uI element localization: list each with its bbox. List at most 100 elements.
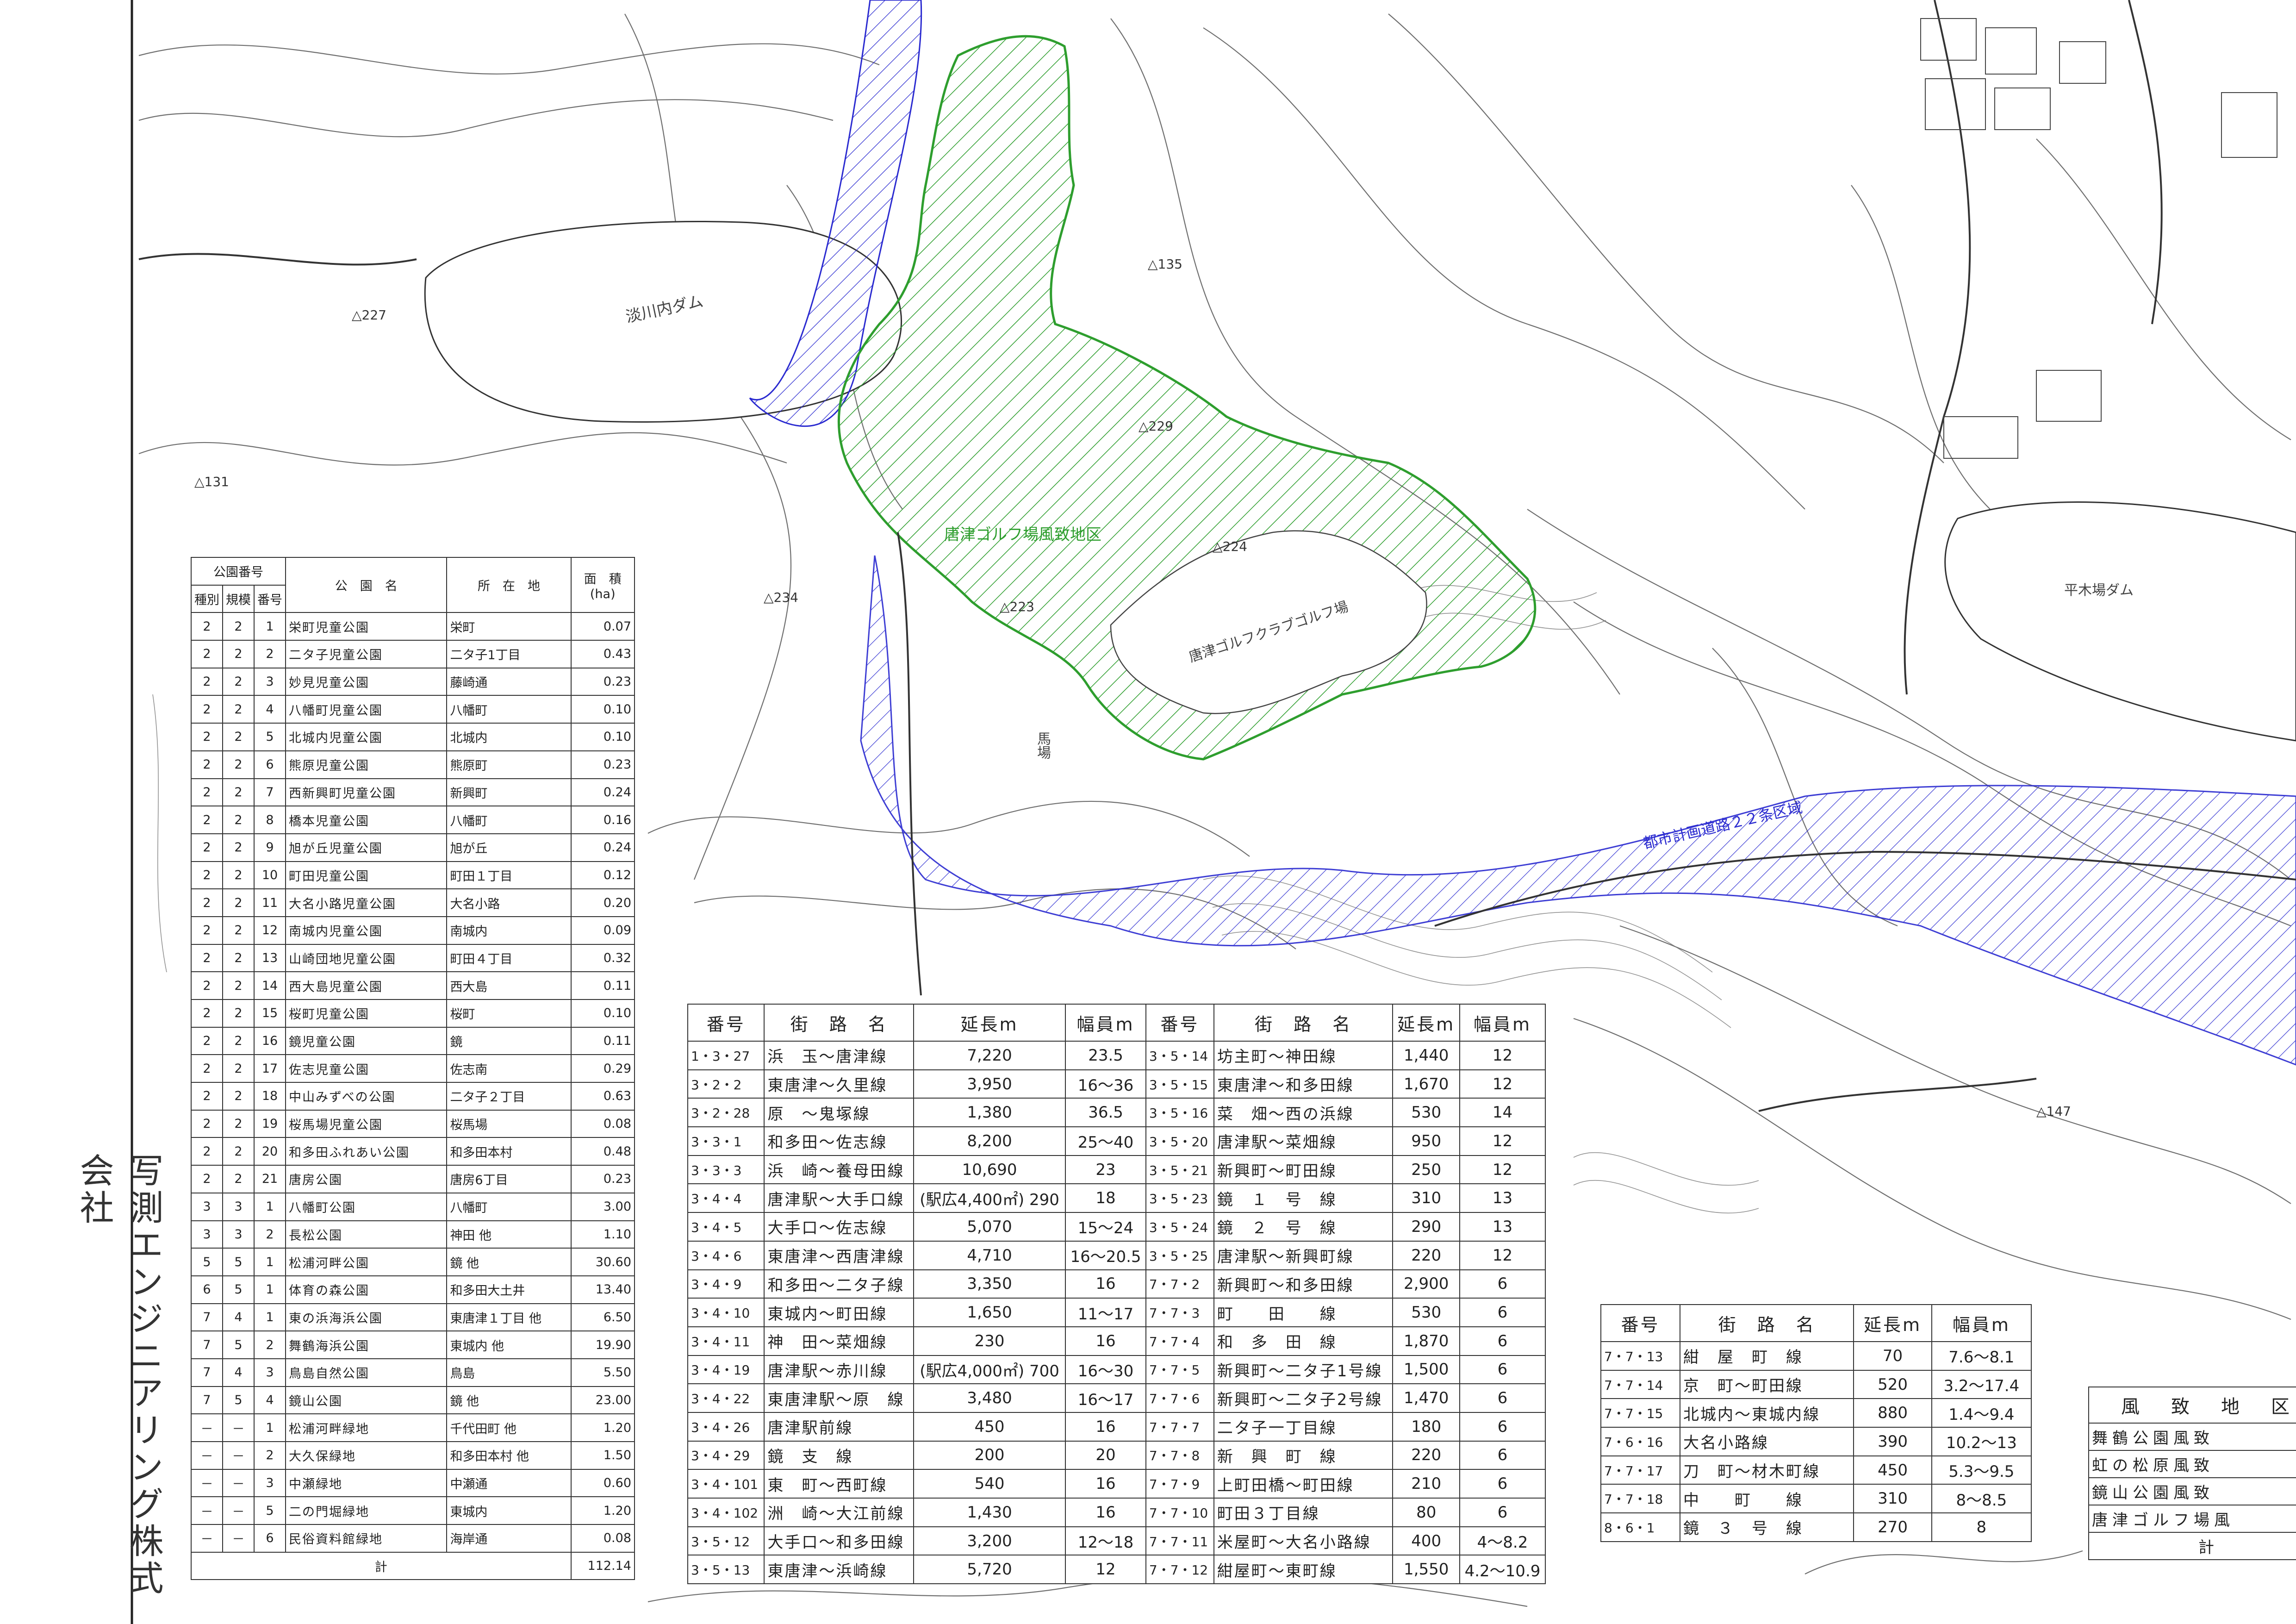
- road-code: 7・7・9: [1145, 1469, 1214, 1499]
- road-name: 唐津駅～新興町線: [1213, 1240, 1394, 1270]
- table-row: 5 5 1 松浦河畔公園鏡 他 30.60: [191, 1248, 635, 1276]
- table-row: 3・5・13 東唐津～浜崎線 5,720 12 7・7・12 紺屋町～東町線 1,550 4.…: [687, 1555, 1546, 1585]
- road-code: 7・7・14: [1600, 1369, 1681, 1399]
- park-scale: 2: [222, 971, 255, 1000]
- park-no: 6: [254, 1524, 286, 1553]
- park-no: 2: [254, 1220, 286, 1249]
- road-code: 3・4・101: [687, 1469, 765, 1499]
- table-row: 3・4・26 唐津駅前線 450 16 7・7・7 二タ子一丁目線 180 6: [687, 1412, 1546, 1442]
- road-name: 二タ子一丁目線: [1213, 1412, 1394, 1442]
- park-type: 6: [191, 1275, 223, 1304]
- road-width: 3.2～17.4: [1931, 1369, 2032, 1399]
- park-no: 15: [254, 999, 286, 1028]
- table-row: －－ 6 民俗資料館緑地 海岸通 0.08: [191, 1524, 635, 1553]
- road-code: 3・4・26: [687, 1412, 765, 1442]
- park-no: 9: [254, 833, 286, 862]
- park-area: 0.23: [570, 667, 635, 696]
- table-row: 唐津ゴルフ場風: [2088, 1505, 2296, 1533]
- dam-reservoir-right: [1944, 501, 2296, 742]
- road-width: 4～8.2: [1459, 1526, 1546, 1556]
- park-location: 海岸通: [446, 1524, 572, 1553]
- park-area: 0.11: [570, 971, 635, 1000]
- road-length: 880: [1853, 1398, 1932, 1428]
- park-name: 鏡児童公園: [285, 1026, 448, 1056]
- road-length: 3,950: [913, 1069, 1066, 1099]
- road-width: 16～36: [1065, 1069, 1146, 1099]
- park-location: 南城内: [446, 916, 572, 945]
- road-code: 3・5・14: [1145, 1041, 1214, 1070]
- table-row: 3・2・2 東唐津～久里線 3,950 16～36 3・5・15 東唐津～和多田線 1,67…: [687, 1069, 1546, 1099]
- park-area: 0.11: [570, 1026, 635, 1056]
- road-width: 12: [1459, 1126, 1546, 1156]
- table-row: 3・4・9 和多田～二タ子線 3,350 16 7・7・2 新興町～和多田線 2,900 6: [687, 1269, 1546, 1299]
- park-no: 1: [254, 1248, 286, 1276]
- road-length: 10,690: [913, 1155, 1066, 1185]
- table-row: 2 2 21 唐房公園 唐房6丁目 0.23: [191, 1165, 635, 1193]
- table-row: 3・4・4 唐津駅～大手口線 (駅広4,400㎡) 290 18 3・5・23 鏡 １ 号…: [687, 1183, 1546, 1213]
- road-length: 1,440: [1392, 1041, 1460, 1070]
- length-header: 延長m: [1853, 1304, 1932, 1342]
- table-row: 2 2 16 鏡児童公園鏡 0.11: [191, 1026, 635, 1056]
- table-row: 7・7・13 紺 屋 町 線 70 7.6～8.1: [1600, 1341, 2032, 1371]
- table-row: 3・4・6 東唐津～西唐津線 4,710 16～20.5 3・5・25 唐津駅～新興町線 2…: [687, 1240, 1546, 1270]
- road-code: 7・7・8: [1145, 1440, 1214, 1470]
- road-width: 6: [1459, 1412, 1546, 1442]
- park-no: 18: [254, 1082, 286, 1111]
- park-name: 八幡町公園: [285, 1192, 448, 1221]
- table-row: 3・4・19 唐津駅～赤川線 (駅広4,000㎡) 700 16～30 7・7・5 新興町…: [687, 1355, 1546, 1385]
- road-name: 中 町 線: [1680, 1484, 1854, 1514]
- road-code: 7・7・4: [1145, 1326, 1214, 1356]
- road-code: 3・5・21: [1145, 1155, 1214, 1185]
- road-length: (駅広4,400㎡) 290: [913, 1183, 1066, 1213]
- road-name: 唐津駅～赤川線: [764, 1355, 914, 1385]
- park-location: 和多田本村: [446, 1137, 572, 1166]
- park-no: 1: [254, 612, 286, 641]
- park-area: 0.12: [570, 861, 635, 890]
- road-length: 5,720: [913, 1555, 1066, 1585]
- park-name: 二タ子児童公園: [285, 640, 448, 668]
- table-row: 2 2 19 桜馬場児童公園 桜馬場 0.08: [191, 1109, 635, 1138]
- road-width: 6: [1459, 1469, 1546, 1499]
- table-row: 8・6・1 鏡 ３ 号 線 270 8: [1600, 1512, 2032, 1542]
- park-no: 2: [254, 1441, 286, 1470]
- park-type: 2: [191, 1082, 223, 1111]
- road-code: 7・7・11: [1145, 1526, 1214, 1556]
- park-location: 和多田大土井: [446, 1275, 572, 1304]
- road-code: 3・4・6: [687, 1240, 765, 1270]
- road-name: 新興町～町田線: [1213, 1155, 1394, 1185]
- park-name: 桜馬場児童公園: [285, 1109, 448, 1138]
- table-row: 2 2 14 西大島児童公園 西大島 0.11: [191, 971, 635, 1000]
- park-name: 二の門堀緑地: [285, 1496, 448, 1525]
- park-scale: 2: [222, 1082, 255, 1111]
- road-width: 15～24: [1065, 1212, 1146, 1242]
- road-length: 2,900: [1392, 1269, 1460, 1299]
- park-name: 佐志児童公園: [285, 1054, 448, 1083]
- road-length: 70: [1853, 1341, 1932, 1371]
- road-length: 1,550: [1392, 1555, 1460, 1585]
- table-row: －－ 1 松浦河畔緑地 千代田町 他 1.20: [191, 1413, 635, 1442]
- road-length: 80: [1392, 1498, 1460, 1527]
- park-scale: －: [222, 1468, 255, 1498]
- park-location: 東唐津１丁目 他: [446, 1303, 572, 1332]
- table-row: 2 2 20 和多田ふれあい公園 和多田本村 0.48: [191, 1137, 635, 1166]
- park-type: 2: [191, 750, 223, 779]
- table-row: －－ 2 大久保緑地 和多田本村 他 1.50: [191, 1441, 635, 1470]
- road-width: 6: [1459, 1498, 1546, 1527]
- road-width: 16: [1065, 1269, 1146, 1299]
- road-width: 6: [1459, 1383, 1546, 1413]
- table-row: 2 2 18 中山みずべの公園 二タ子２丁目 0.63: [191, 1082, 635, 1111]
- park-name: 旭が丘児童公園: [285, 833, 448, 862]
- table-row: 3・2・28 原 ～鬼塚線 1,380 36.5 3・5・16 菜 畑～西の浜線 530 14: [687, 1098, 1546, 1128]
- park-name: 大久保緑地: [285, 1441, 448, 1470]
- park-name: 鏡山公園: [285, 1386, 448, 1415]
- park-no: 16: [254, 1026, 286, 1056]
- road-width: 20: [1065, 1440, 1146, 1470]
- road-code: 7・7・13: [1600, 1341, 1681, 1371]
- park-no: 1: [254, 1275, 286, 1304]
- table-row: 3・4・101 東 町～西町線 540 16 7・7・9 上町田橋～町田線 210 6: [687, 1469, 1546, 1499]
- table-row: 3・4・29 鏡 支 線 200 20 7・7・8 新 興 町 線 220 6: [687, 1440, 1546, 1470]
- park-total-label: 計: [191, 1551, 572, 1580]
- park-area: 23.00: [570, 1386, 635, 1415]
- table-row: 7・7・18 中 町 線 310 8～8.5: [1600, 1484, 2032, 1514]
- park-scale: 2: [222, 1137, 255, 1166]
